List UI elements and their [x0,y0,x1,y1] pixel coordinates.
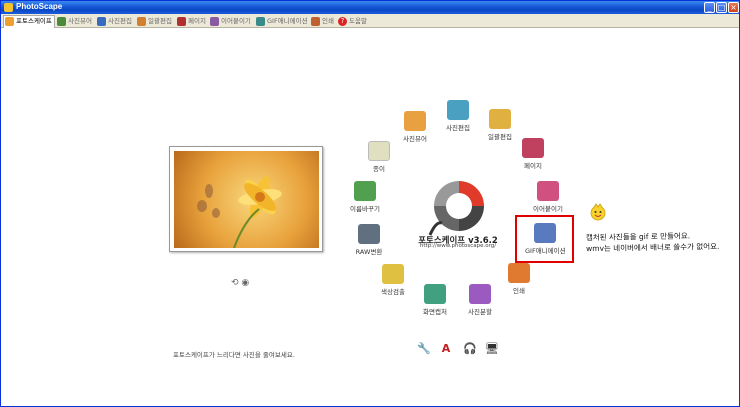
menu-paper[interactable]: 종이 [359,141,399,173]
photo-preview [174,151,319,248]
tab-gif[interactable]: GIF애니메이션 [255,16,308,27]
bottom-hint-text: 포토스케이프가 느리다면 사진을 줄여보세요. [173,351,295,359]
headset-icon[interactable]: 🎧 [463,342,477,356]
tab-viewer[interactable]: 사진뷰어 [56,16,92,27]
page-icon [177,16,186,26]
font-icon[interactable]: A [439,342,453,356]
editor-icon [97,16,106,26]
wrench-icon[interactable]: 🔧 [417,342,431,356]
tab-print[interactable]: 인쇄 [310,16,334,27]
editor-icon [447,100,469,120]
maximize-button[interactable]: □ [716,2,727,13]
menu-combine[interactable]: 이어붙이기 [528,181,568,213]
menu-rename[interactable]: 이름바꾸기 [345,181,385,213]
home-icon [5,16,14,26]
menu-batch[interactable]: 일괄편집 [480,109,520,141]
menu-page[interactable]: 페이지 [513,138,553,170]
photoscape-logo [428,181,484,236]
tab-editor[interactable]: 사진편집 [96,16,132,27]
tab-page[interactable]: 페이지 [176,16,206,27]
menu-print[interactable]: 인쇄 [499,263,539,295]
raw-converter-icon [358,224,380,244]
color-picker-icon [382,264,404,284]
title-bar: PhotoScape _ □ × [1,1,739,14]
photo-preview-frame [169,146,323,252]
menu-splitter[interactable]: 사진분할 [460,284,500,316]
tab-combine[interactable]: 이어붙이기 [209,16,251,27]
minimize-button[interactable]: _ [704,2,715,13]
help-icon: ? [338,16,347,26]
app-website-link[interactable]: http://www.photoscape.org/ [403,243,513,249]
menu-viewer[interactable]: 사진뷰어 [395,111,435,143]
menu-color-picker[interactable]: 색상검출 [373,264,413,296]
handwritten-annotation: 캡처된 사진들을 gif 로 만들어요. wmv는 네이버에서 배너로 쓸수가 … [585,231,720,254]
tab-batch[interactable]: 일괄편집 [136,16,172,27]
app-icon [4,3,13,12]
menu-screen-capture[interactable]: 화면캡처 [415,284,455,316]
window-title: PhotoScape [16,2,63,11]
screen-capture-icon [424,284,446,304]
print-icon [311,16,320,26]
menu-raw-converter[interactable]: RAW변환 [349,224,389,256]
combine-icon [537,181,559,201]
gif-highlight-box [515,215,574,263]
computer-icon[interactable]: 🖥 [485,342,499,356]
combine-icon [210,16,219,26]
gif-icon [256,16,265,26]
tab-photoscape[interactable]: 포토스케이프 [3,15,55,28]
menu-editor[interactable]: 사진편집 [438,100,478,132]
paper-icon [368,141,390,161]
close-button[interactable]: × [728,2,739,13]
tab-help[interactable]: ? 도움말 [337,16,367,27]
viewer-icon [57,16,66,26]
smiley-emoticon-icon [590,203,606,221]
rename-icon [354,181,376,201]
photoscape-window: PhotoScape _ □ × 포토스케이프 사진뷰어 사진편집 일괄편집 페… [0,0,740,407]
slideshow-controls[interactable]: ⟲ ◉ [231,278,249,288]
splitter-icon [469,284,491,304]
printer-icon [508,263,530,283]
tab-bar: 포토스케이프 사진뷰어 사진편집 일괄편집 페이지 이어붙이기 GIF애니메이션… [1,14,739,28]
batch-icon [137,16,146,26]
viewer-icon [404,111,426,131]
page-icon [522,138,544,158]
batch-icon [489,109,511,129]
